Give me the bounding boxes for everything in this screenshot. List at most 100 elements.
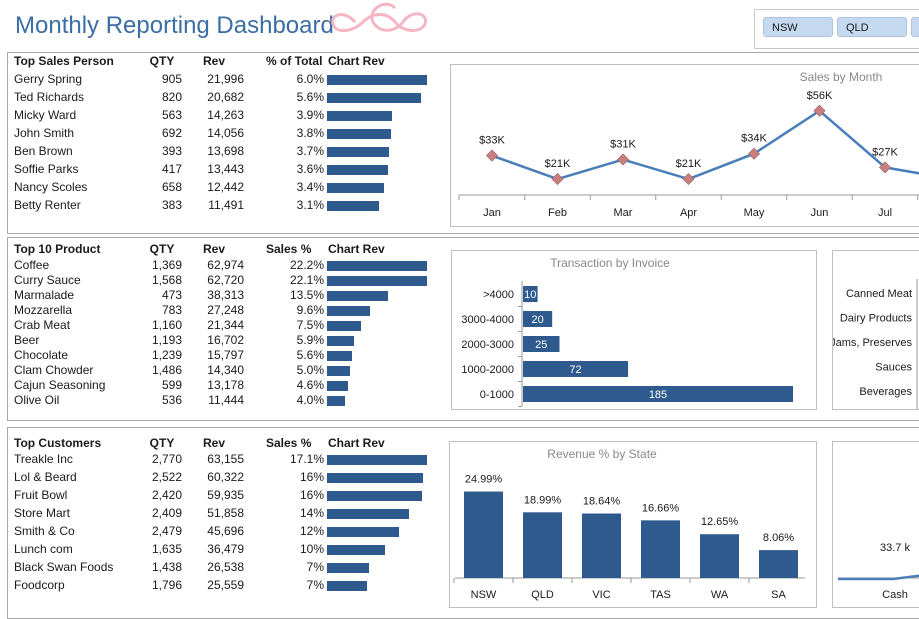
sales-data-bar (327, 183, 384, 193)
customer-header-2: Rev (202, 436, 225, 450)
customer-data-bar (327, 563, 369, 573)
series-line (838, 574, 919, 581)
customer-cell-rev: 59,935 (207, 488, 244, 502)
product-header-0: Top 10 Product (14, 242, 101, 256)
customer-data-bar (327, 455, 427, 465)
data-label: $31K (610, 139, 636, 151)
y-tick-label: >4000 (483, 289, 514, 301)
slicer-item-next[interactable] (911, 17, 919, 37)
product-cell-qty: 1,239 (151, 348, 182, 362)
product-cell-qty: 1,486 (151, 363, 182, 377)
product-data-bar (327, 321, 361, 331)
customer-cell-pct: 10% (299, 542, 324, 556)
x-tick-label: Jan (483, 207, 501, 219)
data-label: 18.64% (583, 496, 621, 508)
customer-header-3: Sales % (266, 436, 312, 450)
sales-cell-rev: 13,443 (207, 162, 244, 176)
sales-cell-pct: 3.7% (296, 144, 324, 158)
data-label: $27K (872, 146, 898, 158)
y-tick-label: Jams, Preserves (833, 337, 912, 349)
product-cell-qty: 1,568 (151, 273, 182, 287)
customer-header-0: Top Customers (14, 436, 102, 450)
sales-cell-name: John Smith (14, 126, 75, 140)
top-sales-person-table: Top Sales Person QTY Rev % of Total Chart Re… (14, 54, 434, 224)
y-tick-label: 0-1000 (480, 389, 514, 401)
sales-cell-name: Gerry Spring (14, 72, 83, 86)
sales-cell-rev: 20,682 (207, 90, 244, 104)
customer-cell-pct: 17.1% (289, 452, 324, 466)
product-data-bar (327, 291, 388, 301)
y-tick-label: 1000-2000 (461, 364, 514, 376)
customer-cell-name: Lunch com (14, 542, 73, 556)
x-tick-label: Mar (614, 207, 633, 219)
product-cell-name: Crab Meat (14, 318, 71, 332)
slicer-item-qld[interactable]: QLD (837, 17, 907, 37)
customer-cell-pct: 14% (299, 506, 324, 520)
bar (641, 520, 680, 578)
product-cell-rev: 13,178 (207, 378, 244, 392)
x-tick-label: TAS (650, 589, 671, 601)
sales-cell-qty: 692 (161, 126, 182, 140)
data-label: 25 (535, 339, 547, 351)
data-label: 33.7 k (880, 542, 910, 554)
data-label: $34K (741, 133, 767, 145)
data-point (551, 173, 564, 186)
data-label: 20 (531, 314, 543, 326)
bar (759, 550, 798, 578)
customer-cell-qty: 2,409 (151, 506, 182, 520)
sales-cell-qty: 905 (161, 72, 182, 86)
x-tick-label: WA (711, 589, 729, 601)
sales-header-3: % of Total (266, 54, 323, 68)
sales-cell-pct: 5.6% (296, 90, 324, 104)
x-tick-label: NSW (471, 589, 497, 601)
slicer-item-nsw[interactable]: NSW (763, 17, 833, 37)
sales-cell-name: Ted Richards (14, 90, 85, 104)
x-tick-label: Apr (680, 207, 697, 219)
customer-header-1: QTY (149, 436, 175, 450)
customer-cell-qty: 1,438 (151, 560, 182, 574)
sales-data-bar (327, 147, 389, 157)
sales-data-bar (327, 75, 427, 85)
product-cell-pct: 22.2% (289, 258, 324, 272)
data-label: $21K (676, 158, 702, 170)
sales-cell-rev: 14,056 (207, 126, 244, 140)
x-tick-label: Jun (811, 207, 829, 219)
customer-cell-pct: 7% (306, 578, 324, 592)
category-chart: Canned Meat Dairy Products Jams, Preserves… (830, 250, 919, 410)
product-cell-name: Beer (14, 333, 40, 347)
product-header-4: Chart Rev (328, 242, 385, 256)
data-label: 8.06% (763, 532, 794, 544)
product-cell-pct: 4.6% (296, 378, 324, 392)
product-header-1: QTY (149, 242, 175, 256)
bar (523, 512, 562, 578)
product-cell-rev: 38,313 (207, 288, 244, 302)
product-data-bar (327, 396, 345, 406)
customer-cell-rev: 45,696 (207, 524, 244, 538)
customer-cell-qty: 2,522 (151, 470, 182, 484)
sales-cell-name: Soffie Parks (14, 162, 79, 176)
sales-cell-pct: 3.8% (296, 126, 324, 140)
customer-cell-pct: 12% (299, 524, 324, 538)
chart-title: Revenue % by State (547, 447, 657, 461)
top-customers-table: Top Customers QTY Rev Sales % Chart Rev Treak… (14, 436, 434, 606)
product-cell-pct: 5.0% (296, 363, 324, 377)
product-cell-qty: 473 (161, 288, 182, 302)
sales-cell-pct: 3.1% (296, 198, 324, 212)
y-tick-label: Beverages (859, 386, 912, 398)
sales-cell-rev: 21,996 (207, 72, 244, 86)
logo-icon (331, 2, 428, 32)
sales-header-1: QTY (149, 54, 175, 68)
product-cell-qty: 536 (161, 393, 182, 407)
data-label: 185 (649, 389, 667, 401)
customer-cell-name: Foodcorp (14, 578, 65, 592)
data-label: 18.99% (524, 494, 562, 506)
customer-cell-name: Fruit Bowl (14, 488, 68, 502)
data-label: 72 (569, 364, 581, 376)
product-cell-pct: 13.5% (289, 288, 324, 302)
customer-cell-qty: 2,420 (151, 488, 182, 502)
sales-cell-qty: 393 (161, 144, 182, 158)
product-cell-pct: 4.0% (296, 393, 324, 407)
x-tick-label: VIC (592, 589, 610, 601)
y-tick-label: 2000-3000 (461, 339, 514, 351)
product-cell-name: Cajun Seasoning (14, 378, 106, 392)
